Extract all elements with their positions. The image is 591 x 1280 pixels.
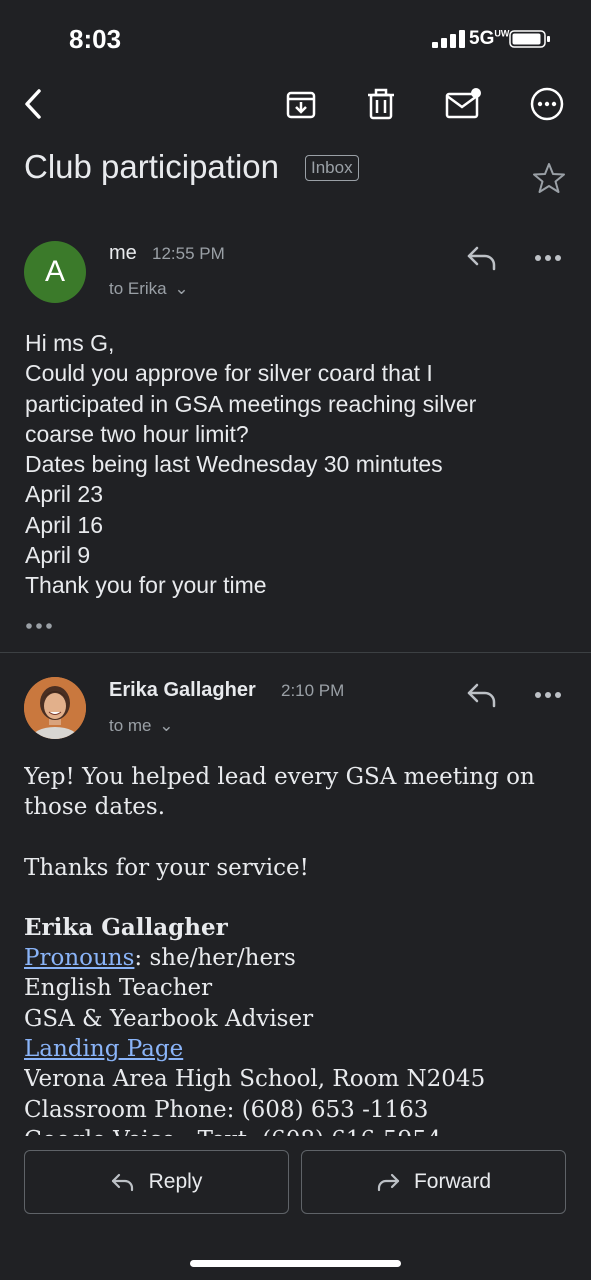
signature-name: Erika Gallagher [24,913,228,941]
body-paragraph: Yep! You helped lead every GSA meeting o… [24,764,535,821]
signature-title: English Teacher [24,975,213,1002]
reply-icon[interactable] [465,681,499,711]
avatar[interactable] [24,677,86,739]
back-button[interactable] [12,82,56,126]
landing-page-link[interactable]: Landing Page [24,1036,183,1062]
battery-icon [509,30,550,48]
chevron-down-icon: ⌄ [174,279,189,298]
reply-icon[interactable] [465,244,499,274]
avatar[interactable]: A [24,241,86,303]
pronouns-text: : she/her/hers [134,945,296,972]
trash-icon [368,88,394,120]
body-line: Hi ms G, [25,330,115,356]
email-subject: Club participation [24,148,279,185]
star-icon[interactable] [532,161,566,195]
forward-button[interactable]: Forward [301,1150,566,1214]
mail-unread-icon [445,88,481,119]
pronouns-link[interactable]: Pronouns [24,945,134,971]
inbox-label-badge[interactable]: Inbox [305,155,359,181]
body-line: coarse two hour limit? [25,420,249,447]
signature-phone: Classroom Phone: (608) 653 -1163 [24,1096,429,1123]
signature-school: Verona Area High School, Room N2045 [24,1066,486,1093]
body-line: participated in GSA meetings reaching si… [25,390,477,417]
more-options-button[interactable] [525,82,569,126]
message-more-icon[interactable] [533,687,563,703]
sender-name[interactable]: Erika Gallagher [109,679,256,702]
signature-voice: Google Voice - Text: (608) 616-5954 [24,1125,569,1136]
network-indicator: 5GUW [469,28,510,49]
signal-icon [432,30,465,48]
chevron-down-icon: ⌄ [159,716,174,735]
delete-button[interactable] [359,82,403,126]
recipient-toggle[interactable]: to me ⌄ [109,716,174,736]
signature-pronouns: Pronouns: she/her/hers [24,943,569,973]
more-horizontal-icon [530,87,564,121]
archive-icon [286,91,316,119]
mark-unread-button[interactable] [441,82,485,126]
recipient-toggle[interactable]: to Erika ⌄ [109,279,189,299]
reply-icon [111,1173,133,1192]
home-indicator[interactable] [190,1260,401,1267]
message-time: 2:10 PM [281,681,345,700]
status-time: 8:03 [69,24,122,54]
back-arrow-icon [25,89,41,119]
body-line: April 16 [25,511,103,538]
body-line: Could you approve for silver coard that … [25,360,433,387]
archive-button[interactable] [279,82,323,126]
reply-label: Reply [148,1170,203,1193]
body-line: Dates being last Wednesday 30 mintutes [25,451,443,478]
message-divider [0,652,591,653]
sender-name[interactable]: me [109,242,137,265]
recipient-label: to me [109,716,152,735]
message-time: 12:55 PM [152,244,225,263]
body-line: Thank you for your time [25,572,267,599]
reply-button[interactable]: Reply [24,1150,289,1214]
forward-icon [377,1173,400,1192]
message-more-icon[interactable] [533,250,563,266]
recipient-label: to Erika [109,279,167,298]
body-line: April 9 [25,542,91,569]
show-trimmed-content-button[interactable] [25,620,53,632]
body-line: April 23 [25,481,103,508]
message-body: Hi ms G, Could you approve for silver co… [25,328,565,601]
profile-photo [24,677,86,739]
forward-label: Forward [413,1170,492,1193]
body-paragraph: Thanks for your service! [24,854,309,881]
signature-role: GSA & Yearbook Adviser [24,1005,314,1032]
message-body: Yep! You helped lead every GSA meeting o… [24,762,569,1136]
